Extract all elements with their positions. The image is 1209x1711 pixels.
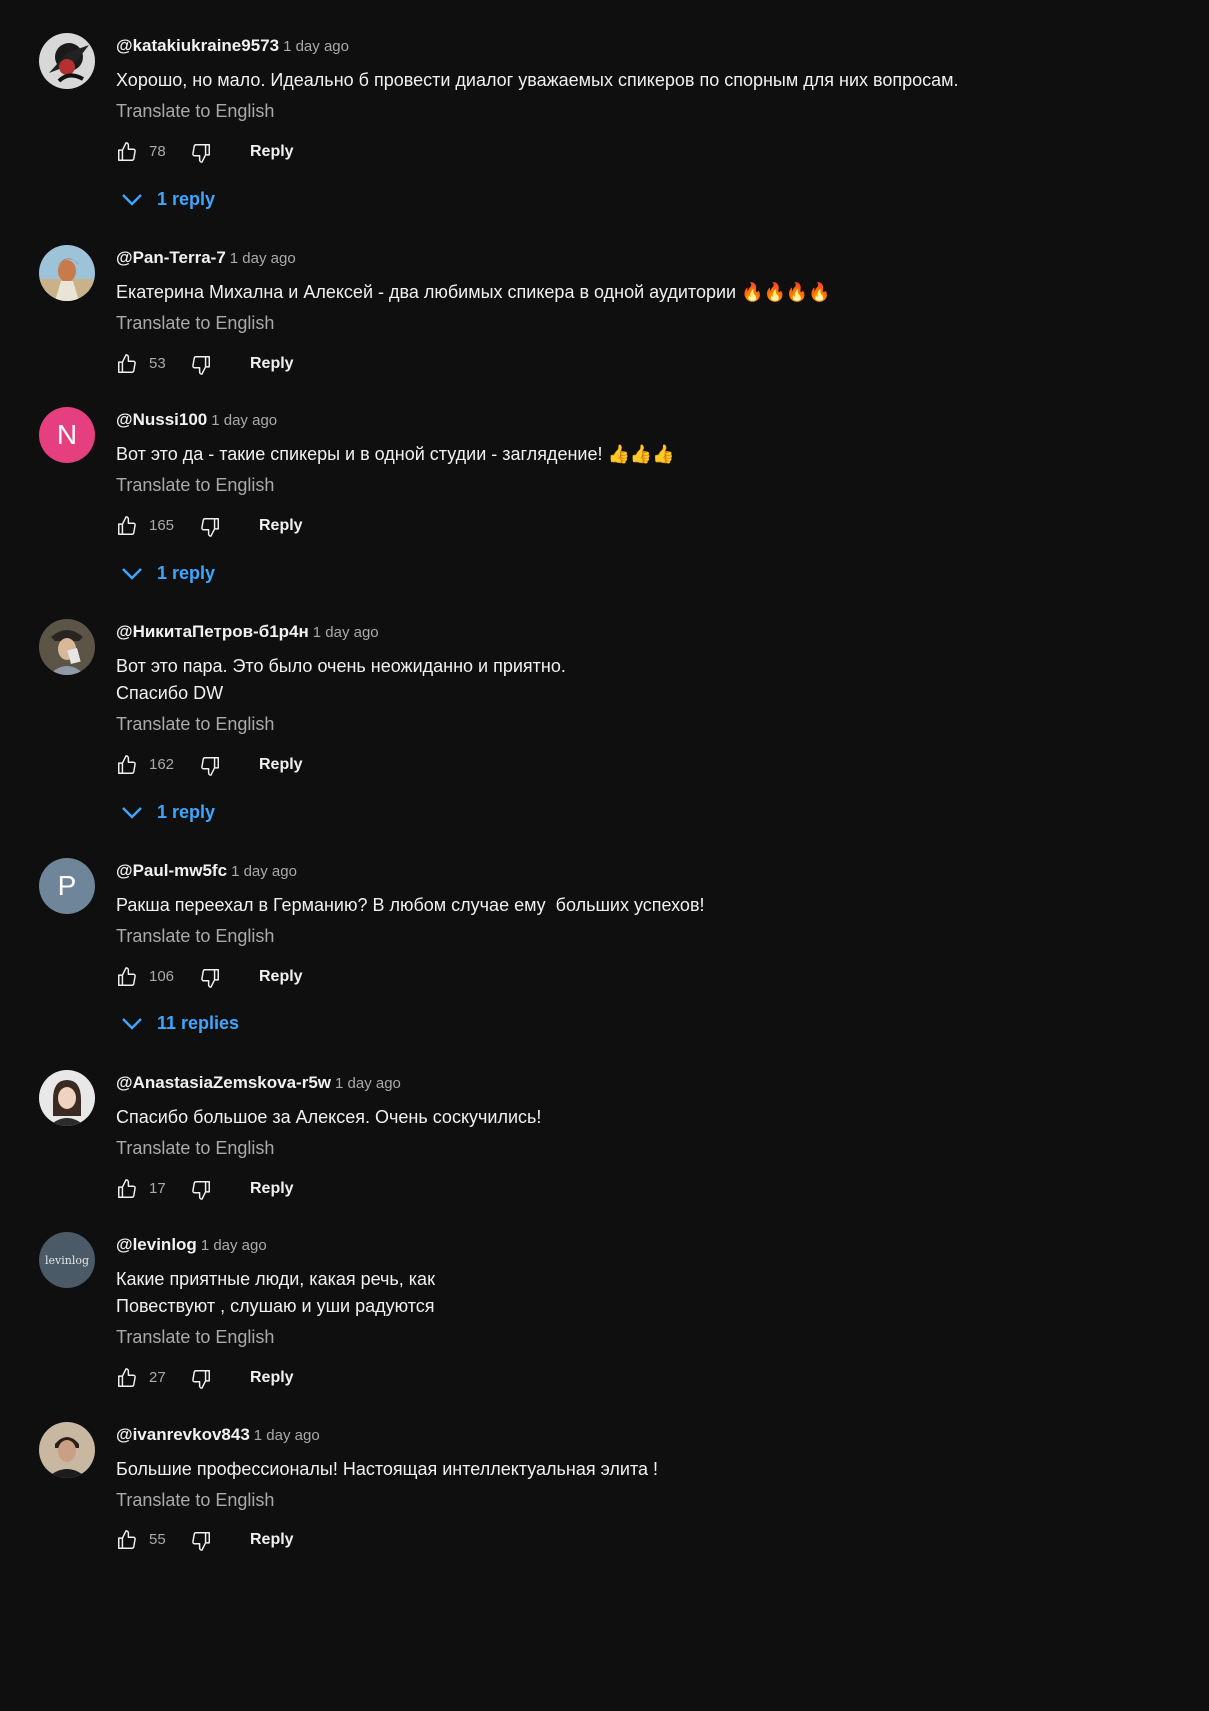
chevron-down-icon (122, 807, 142, 819)
comment-author[interactable]: @НикитаПетров-б1р4н (116, 622, 309, 641)
like-count: 165 (149, 517, 175, 534)
translate-link[interactable]: Translate to English (116, 1488, 274, 1512)
replies-count: 1 reply (157, 802, 216, 822)
comment-header: @Paul-mw5fc 1 day ago (116, 861, 297, 881)
comment-author[interactable]: @ivanrevkov843 (116, 1425, 250, 1444)
translate-link[interactable]: Translate to English (116, 1136, 274, 1160)
comment-header: @Pan-Terra-7 1 day ago (116, 248, 296, 268)
like-icon[interactable] (116, 353, 138, 375)
comment-actions: 55 Reply (116, 1529, 516, 1553)
reply-button[interactable]: Reply (250, 1530, 294, 1550)
comment-time[interactable]: 1 day ago (231, 863, 297, 880)
comment-time[interactable]: 1 day ago (335, 1075, 401, 1092)
like-count: 106 (149, 968, 175, 985)
comment-time[interactable]: 1 day ago (283, 38, 349, 55)
comment-header: @Nussi100 1 day ago (116, 410, 277, 430)
comment-header: @НикитаПетров-б1р4н 1 day ago (116, 622, 379, 642)
comment-actions: 17 Reply (116, 1178, 516, 1202)
like-count: 17 (149, 1180, 166, 1197)
reply-button[interactable]: Reply (250, 1179, 294, 1199)
comment-text: Спасибо большое за Алексея. Очень соскуч… (116, 1107, 542, 1127)
comment-actions: 165 Reply (116, 515, 516, 539)
comment-author[interactable]: @AnastasiaZemskova-r5w (116, 1073, 331, 1092)
comment-time[interactable]: 1 day ago (230, 250, 296, 267)
translate-link[interactable]: Translate to English (116, 712, 274, 736)
comment-time[interactable]: 1 day ago (211, 412, 277, 429)
comment-text: Большие профессионалы! Настоящая интелле… (116, 1459, 659, 1479)
reply-button[interactable]: Reply (250, 1368, 294, 1388)
translate-link[interactable]: Translate to English (116, 311, 274, 335)
like-icon[interactable] (116, 1367, 138, 1389)
dislike-icon[interactable] (199, 516, 221, 538)
comment-text: Хорошо, но мало. Идеально б провести диа… (116, 70, 959, 90)
reply-button[interactable]: Reply (259, 967, 303, 987)
dislike-icon[interactable] (190, 354, 212, 376)
comment-text: Вот это да - такие спикеры и в одной сту… (116, 444, 675, 464)
translate-link[interactable]: Translate to English (116, 473, 274, 497)
comment-text: Екатерина Михална и Алексей - два любимы… (116, 282, 831, 302)
comment-text: Вот это пара. Это было очень неожиданно … (116, 656, 566, 703)
avatar-letter: P (57, 870, 77, 901)
comment-author[interactable]: @Pan-Terra-7 (116, 248, 226, 267)
reply-button[interactable]: Reply (250, 354, 294, 374)
comment-header: @levinlog 1 day ago (116, 1235, 267, 1255)
comment-actions: 162 Reply (116, 754, 516, 778)
like-count: 55 (149, 1531, 166, 1548)
dislike-icon[interactable] (190, 1368, 212, 1390)
like-count: 162 (149, 756, 175, 773)
dislike-icon[interactable] (199, 967, 221, 989)
avatar[interactable]: levinlog (39, 1232, 95, 1288)
avatar[interactable] (39, 1422, 95, 1478)
comment-header: @ivanrevkov843 1 day ago (116, 1425, 320, 1445)
chevron-down-icon (122, 1018, 142, 1030)
comment-time[interactable]: 1 day ago (254, 1427, 320, 1444)
reply-button[interactable]: Reply (259, 516, 303, 536)
comment-text: Ракша переехал в Германию? В любом случа… (116, 895, 705, 915)
avatar-letter: N (56, 419, 78, 450)
comment-author[interactable]: @Paul-mw5fc (116, 861, 227, 880)
replies-count: 11 replies (157, 1013, 240, 1033)
avatar[interactable]: P (39, 858, 95, 914)
reply-button[interactable]: Reply (250, 142, 294, 162)
dislike-icon[interactable] (190, 1530, 212, 1552)
replies-count: 1 reply (157, 563, 216, 583)
avatar[interactable] (39, 33, 95, 89)
reply-button[interactable]: Reply (259, 755, 303, 775)
chevron-down-icon (122, 194, 142, 206)
dislike-icon[interactable] (190, 142, 212, 164)
avatar[interactable] (39, 619, 95, 675)
replies-count: 1 reply (157, 189, 216, 209)
chevron-down-icon (122, 568, 142, 580)
comment-time[interactable]: 1 day ago (313, 624, 379, 641)
avatar[interactable] (39, 245, 95, 301)
comment-header: @katakiukraine9573 1 day ago (116, 36, 349, 56)
translate-link[interactable]: Translate to English (116, 1325, 274, 1349)
like-count: 27 (149, 1369, 166, 1386)
like-icon[interactable] (116, 966, 138, 988)
comment-text: Какие приятные люди, какая речь, как Пов… (116, 1269, 435, 1316)
avatar[interactable]: N (39, 407, 95, 463)
like-icon[interactable] (116, 1529, 138, 1551)
like-icon[interactable] (116, 754, 138, 776)
comment-time[interactable]: 1 day ago (201, 1237, 267, 1254)
comment-actions: 78 Reply (116, 141, 516, 165)
like-icon[interactable] (116, 515, 138, 537)
comment-author[interactable]: @levinlog (116, 1235, 197, 1254)
like-count: 53 (149, 355, 166, 372)
translate-link[interactable]: Translate to English (116, 924, 274, 948)
comment-actions: 53 Reply (116, 353, 516, 377)
dislike-icon[interactable] (199, 755, 221, 777)
like-icon[interactable] (116, 1178, 138, 1200)
comment-author[interactable]: @katakiukraine9573 (116, 36, 279, 55)
translate-link[interactable]: Translate to English (116, 99, 274, 123)
avatar-logo-text: levinlog (44, 1253, 90, 1267)
comment-actions: 27 Reply (116, 1367, 516, 1391)
comment-header: @AnastasiaZemskova-r5w 1 day ago (116, 1073, 401, 1093)
dislike-icon[interactable] (190, 1179, 212, 1201)
comment-author[interactable]: @Nussi100 (116, 410, 207, 429)
like-count: 78 (149, 143, 166, 160)
comment-actions: 106 Reply (116, 966, 516, 990)
avatar[interactable] (39, 1070, 95, 1126)
like-icon[interactable] (116, 141, 138, 163)
